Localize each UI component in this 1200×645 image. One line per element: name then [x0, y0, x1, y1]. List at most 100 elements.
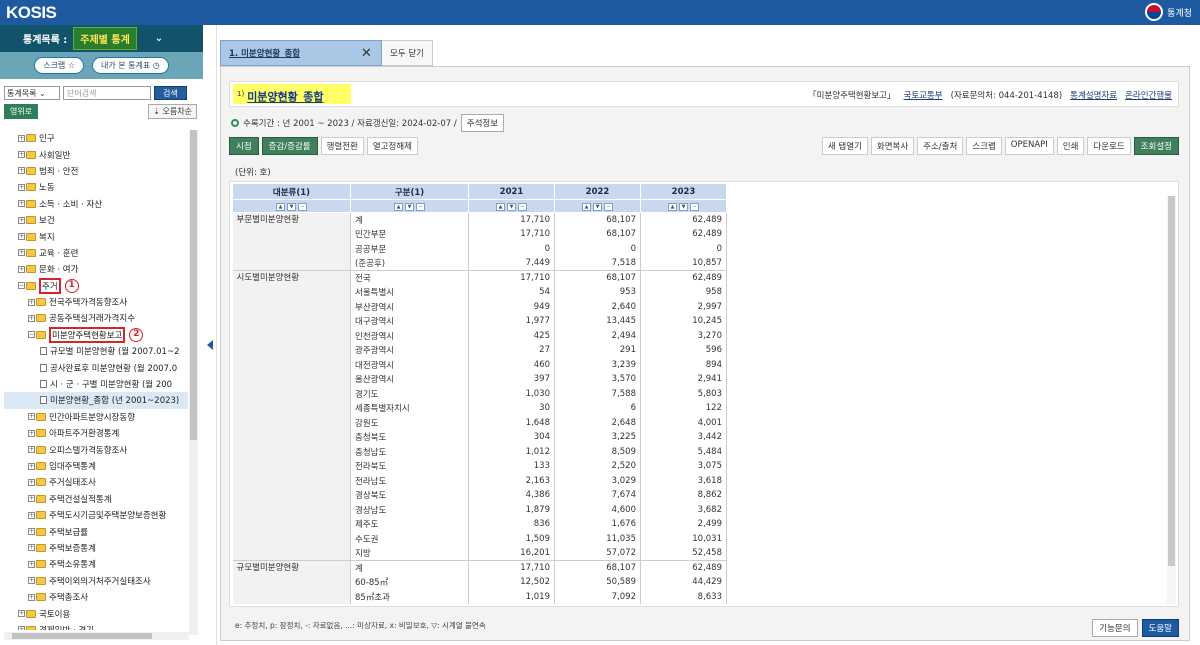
tree-node-label[interactable]: 교육 · 훈련: [39, 247, 78, 259]
tree-node[interactable]: + 인구: [4, 130, 188, 146]
expand-icon[interactable]: +: [18, 249, 25, 257]
tree-node-label[interactable]: 공동주택실거래가격지수: [49, 312, 135, 324]
tree-node-label[interactable]: 주택소유통계: [49, 558, 96, 570]
note-button[interactable]: 주석정보: [460, 114, 505, 132]
expand-icon[interactable]: +: [28, 446, 35, 454]
roman-button[interactable]: 영위로: [4, 104, 39, 119]
tree-node-label[interactable]: 국토이용: [39, 608, 70, 620]
expand-icon[interactable]: +: [18, 200, 25, 208]
expand-icon[interactable]: +: [28, 593, 35, 601]
list-select[interactable]: 주제별 통계: [73, 27, 137, 50]
col-controls[interactable]: ▲ ▼ −: [554, 199, 641, 213]
chevron-down-icon[interactable]: ⌄: [155, 33, 163, 44]
tree-node-label[interactable]: 주택도시기금및주택분양보증현황: [49, 509, 166, 521]
tree-scrollbar[interactable]: [189, 130, 198, 635]
tree-node[interactable]: + 임대주택통계: [4, 458, 188, 474]
toolbar-btn-3[interactable]: 열고정해제: [366, 137, 418, 155]
tree-node-label[interactable]: 인구: [39, 132, 55, 144]
col-controls[interactable]: ▲ ▼ −: [468, 199, 555, 213]
tree-node[interactable]: + 주택보급률: [4, 523, 188, 539]
toolbar-right-btn-1[interactable]: 화면복사: [870, 137, 915, 155]
close-icon[interactable]: ✕: [361, 46, 381, 61]
tree-node-label[interactable]: 범죄 · 안전: [39, 165, 78, 177]
tree-hscrollbar[interactable]: [4, 632, 189, 640]
tree-node-label[interactable]: 주택보급률: [49, 526, 88, 538]
tree-node[interactable]: + 주택총조사: [4, 589, 188, 605]
expand-icon[interactable]: +: [18, 265, 25, 273]
tree-node[interactable]: + 아파트주거환경통계: [4, 425, 188, 441]
expand-icon[interactable]: +: [28, 314, 35, 322]
expand-icon[interactable]: +: [18, 183, 25, 191]
tree-node[interactable]: 미분양현황_종합 (년 2001~2023): [4, 392, 188, 409]
expand-icon[interactable]: +: [28, 462, 35, 470]
tree-node-label[interactable]: 오피스텔가격동향조사: [49, 444, 127, 456]
scrap-button[interactable]: 스크랩 ☆: [34, 57, 84, 74]
tree-node-label[interactable]: 주택총조사: [49, 591, 88, 603]
col-controls[interactable]: ▲ ▼ −: [350, 199, 469, 213]
search-button[interactable]: 검색: [154, 86, 187, 100]
col-header[interactable]: 2023: [640, 183, 727, 200]
tree-node[interactable]: + 소득 · 소비 · 자산: [4, 196, 188, 212]
tree-node[interactable]: + 주택건설실적통계: [4, 491, 188, 507]
online-pub-link[interactable]: 온라인간행물: [1125, 89, 1172, 101]
tree-node[interactable]: − 주거 1: [4, 277, 188, 294]
toolbar-btn-0[interactable]: 시점: [229, 137, 259, 155]
expand-icon[interactable]: +: [18, 233, 25, 241]
toolbar-btn-2[interactable]: 행렬전환: [320, 137, 364, 155]
tree-node[interactable]: + 범죄 · 안전: [4, 163, 188, 179]
tree-node-label[interactable]: 임대주택통계: [49, 460, 96, 472]
expand-icon[interactable]: +: [28, 429, 35, 437]
tree-node[interactable]: + 교육 · 훈련: [4, 245, 188, 261]
tree-node[interactable]: + 주택도시기금및주택분양보증현황: [4, 507, 188, 523]
toolbar-right-btn-3[interactable]: 스크랩: [966, 137, 1002, 155]
func-inquiry-button[interactable]: 기능문의: [1092, 619, 1138, 637]
tree-node-label[interactable]: 주택이외의거처주거실태조사: [49, 575, 151, 587]
tree-node-label[interactable]: 보건: [39, 214, 55, 226]
tree-node-label[interactable]: 주거: [39, 277, 61, 294]
panel-splitter[interactable]: [203, 25, 217, 645]
col-controls[interactable]: ▲ ▼ −: [232, 199, 351, 213]
expand-icon[interactable]: +: [18, 626, 25, 630]
tree-node[interactable]: − 미분양주택현황보고 2: [4, 326, 188, 343]
toolbar-right-btn-4[interactable]: OPENAPI: [1004, 137, 1054, 155]
stat-desc-link[interactable]: 통계설명자료: [1070, 89, 1117, 101]
tree-node[interactable]: + 주택보증통계: [4, 540, 188, 556]
tree-node-label[interactable]: 노동: [39, 181, 55, 193]
tree-node-label[interactable]: 미분양주택현황보고: [49, 326, 126, 343]
toolbar-right-btn-5[interactable]: 인쇄: [1056, 137, 1085, 155]
tree-node-label[interactable]: 복지: [39, 231, 55, 243]
col-controls[interactable]: ▲ ▼ −: [640, 199, 727, 213]
toolbar-right-btn-0[interactable]: 새 탭열기: [821, 137, 868, 155]
expand-icon[interactable]: +: [18, 216, 25, 224]
tree-node[interactable]: 공사완료후 미분양현황 (월 2007.0: [4, 359, 188, 375]
tree-node-label[interactable]: 공사완료후 미분양현황 (월 2007.0: [50, 362, 177, 374]
tree-node-label[interactable]: 경제일반 · 경기: [39, 624, 94, 630]
tree-node[interactable]: + 공동주택실거래가격지수: [4, 310, 188, 326]
expand-icon[interactable]: −: [18, 282, 25, 290]
expand-icon[interactable]: +: [28, 560, 35, 568]
col-header[interactable]: 대분류(1): [232, 183, 351, 200]
tree-node[interactable]: + 노동: [4, 179, 188, 195]
tree-node-label[interactable]: 주택건설실적통계: [49, 493, 112, 505]
tree-node[interactable]: + 주택이외의거처주거실태조사: [4, 573, 188, 589]
toolbar-right-btn-6[interactable]: 다운로드: [1087, 137, 1131, 155]
expand-icon[interactable]: +: [18, 151, 25, 159]
tree-node[interactable]: 시 · 군 · 구별 미분양현황 (월 200: [4, 376, 188, 392]
tree-node[interactable]: + 사회일반: [4, 146, 188, 162]
tree-node-label[interactable]: 민간아파트분양시장동향: [49, 411, 135, 423]
tree-node-label[interactable]: 소득 · 소비 · 자산: [39, 198, 102, 210]
tree-node-label[interactable]: 시 · 군 · 구별 미분양현황 (월 200: [50, 378, 172, 390]
tree-node[interactable]: + 문화 · 여가: [4, 261, 188, 277]
tree-node-label[interactable]: 사회일반: [39, 149, 70, 161]
expand-icon[interactable]: +: [28, 528, 35, 536]
org-badge[interactable]: 통계청: [1145, 3, 1192, 21]
toolbar-right-btn-7[interactable]: 조회설정: [1133, 137, 1179, 155]
sort-button[interactable]: ⇣ 오름차순: [148, 104, 197, 119]
search-scope-select[interactable]: 통계목록 ⌄: [4, 86, 60, 100]
expand-icon[interactable]: +: [18, 167, 25, 175]
col-header[interactable]: 구분(1): [350, 183, 469, 200]
col-header[interactable]: 2022: [554, 183, 641, 200]
expand-icon[interactable]: +: [28, 495, 35, 503]
toolbar-btn-1[interactable]: 증감/증감률: [261, 137, 318, 155]
my-tables-button[interactable]: 내가 본 통계표 ◷: [92, 57, 169, 74]
